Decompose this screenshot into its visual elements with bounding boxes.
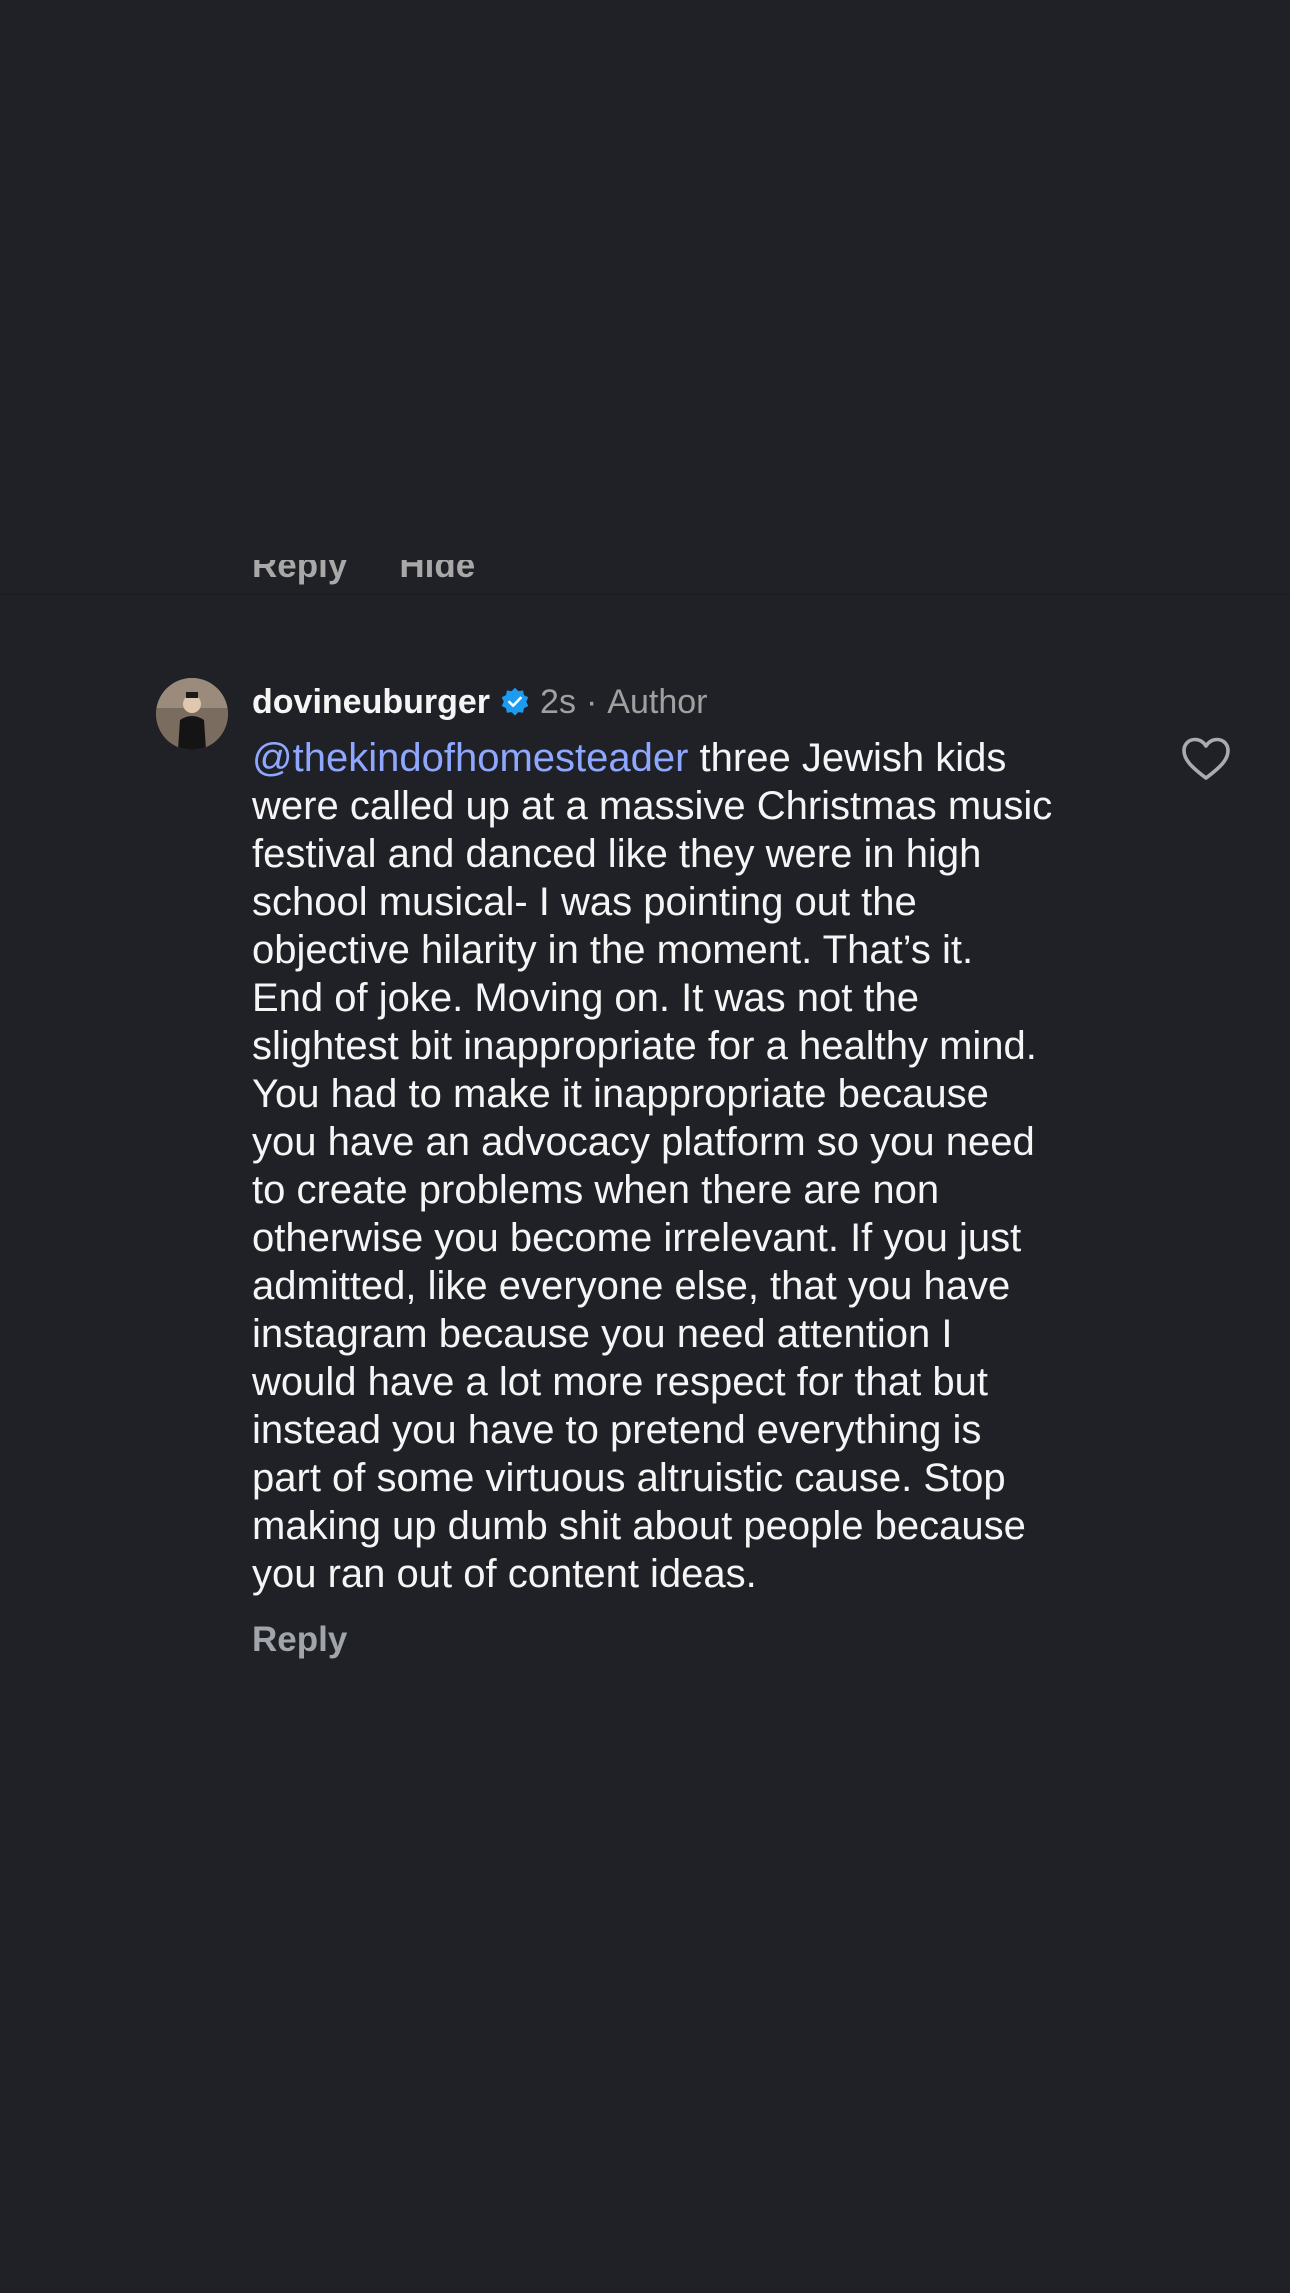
comment-line: making up dumb shit about people because [252, 1504, 1026, 1548]
reply-button[interactable]: Reply [252, 1620, 347, 1660]
previous-hide-button[interactable]: Hide [399, 560, 475, 586]
comment-line: instagram because you need attention I [252, 1312, 953, 1356]
comment-line: to create problems when there are non [252, 1168, 940, 1212]
comment: dovineuburger 2s · Author @thekindofhome… [252, 676, 1132, 1598]
verified-badge-icon [501, 687, 529, 716]
previous-comment-actions: Reply Hide [252, 560, 1290, 594]
comment-line: three Jewish kids [688, 736, 1007, 780]
comment-line: otherwise you become irrelevant. If you … [252, 1216, 1022, 1260]
comment-line: admitted, like everyone else, that you h… [252, 1264, 1011, 1308]
comment-time: 2s [540, 682, 576, 721]
heart-outline-icon[interactable] [1180, 736, 1232, 782]
comment-line: instead you have to pretend everything i… [252, 1408, 982, 1452]
divider [0, 594, 1290, 595]
comment-text: @thekindofhomesteader three Jewish kids … [252, 734, 1132, 1598]
comment-line: school musical- I was pointing out the [252, 880, 917, 924]
author-badge: Author [607, 682, 708, 721]
comment-line: you have an advocacy platform so you nee… [252, 1120, 1035, 1164]
comment-line: End of joke. Moving on. It was not the [252, 976, 920, 1020]
comment-line: objective hilarity in the moment. That’s… [252, 928, 974, 972]
mention-link[interactable]: @thekindofhomesteader [252, 736, 688, 780]
comment-line: were called up at a massive Christmas mu… [252, 784, 1053, 828]
comment-line: You had to make it inappropriate because [252, 1072, 989, 1116]
comment-line: slightest bit inappropriate for a health… [252, 1024, 1037, 1068]
comment-header: dovineuburger 2s · Author [252, 676, 1132, 728]
previous-reply-button[interactable]: Reply [252, 560, 347, 586]
meta-separator: · [585, 682, 598, 721]
avatar[interactable] [156, 678, 228, 750]
comment-line: festival and danced like they were in hi… [252, 832, 982, 876]
comments-screen: Reply Hide dovineuburger 2s · Author @th… [0, 0, 1290, 2293]
avatar-image [156, 678, 228, 750]
comment-line: would have a lot more respect for that b… [252, 1360, 988, 1404]
comment-line: part of some virtuous altruistic cause. … [252, 1456, 1006, 1500]
comment-username[interactable]: dovineuburger [252, 683, 490, 722]
comment-line: you ran out of content ideas. [252, 1552, 757, 1596]
